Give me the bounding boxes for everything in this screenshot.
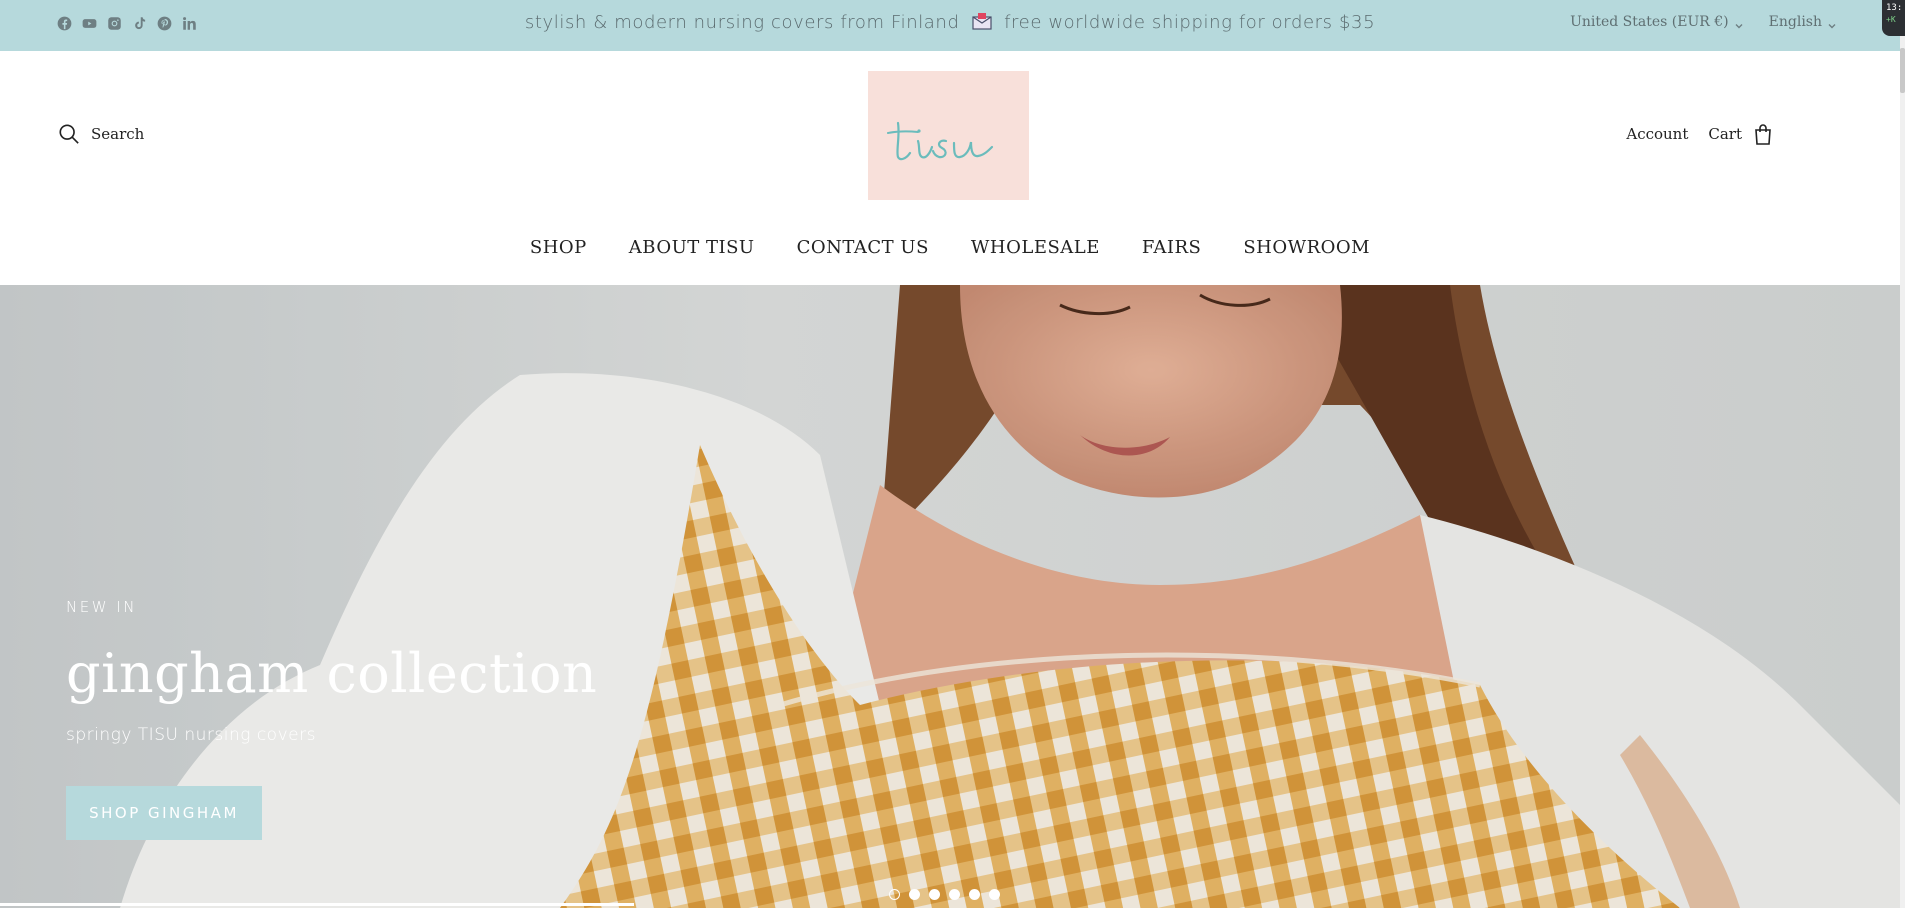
hero-eyebrow: NEW IN xyxy=(66,598,137,616)
slide-progress-bar xyxy=(0,903,634,906)
shopping-bag-icon xyxy=(1755,124,1771,145)
language-selector[interactable]: English xyxy=(1769,14,1836,30)
site-header: Search Account Cart SHOP ABOUT TISU CONT… xyxy=(0,51,1900,285)
nav-item-wholesale[interactable]: WHOLESALE xyxy=(950,237,1121,258)
site-logo[interactable] xyxy=(868,71,1029,200)
slide-dot[interactable] xyxy=(929,889,940,900)
announcement-text-after: free worldwide shipping for orders $35 xyxy=(1004,12,1376,33)
cart-label: Cart xyxy=(1708,125,1742,143)
envelope-icon xyxy=(972,12,992,30)
slide-dot[interactable] xyxy=(969,889,980,900)
page: stylish & modern nursing covers from Fin… xyxy=(0,0,1905,908)
chevron-down-icon xyxy=(1828,18,1836,29)
nav-item-contact[interactable]: CONTACT US xyxy=(776,237,950,258)
search-icon xyxy=(59,124,79,144)
nav-item-showroom[interactable]: SHOWROOM xyxy=(1222,237,1391,258)
slide-dot[interactable] xyxy=(949,889,960,900)
system-clock: 13: +K xyxy=(1882,0,1905,36)
chevron-down-icon xyxy=(1735,18,1743,29)
clock-time: 13: xyxy=(1886,3,1903,13)
tisu-logo-mark xyxy=(886,121,993,160)
announcement-text-before: stylish & modern nursing covers from Fin… xyxy=(524,12,960,33)
country-selector[interactable]: United States (EUR €) xyxy=(1570,14,1743,30)
hero-title: gingham collection xyxy=(66,642,598,705)
search-button[interactable]: Search xyxy=(58,123,144,145)
storefront: stylish & modern nursing covers from Fin… xyxy=(0,0,1900,908)
clock-sub: +K xyxy=(1886,15,1896,24)
slide-dot[interactable] xyxy=(889,889,900,900)
country-value: United States (EUR €) xyxy=(1570,14,1729,30)
page-scrollbar-track[interactable] xyxy=(1900,0,1905,908)
announcement-bar: stylish & modern nursing covers from Fin… xyxy=(0,0,1900,51)
locale-selectors: United States (EUR €) English xyxy=(1570,14,1836,30)
shop-gingham-button[interactable]: SHOP GINGHAM xyxy=(66,786,262,840)
main-navigation: SHOP ABOUT TISU CONTACT US WHOLESALE FAI… xyxy=(0,237,1900,258)
language-value: English xyxy=(1768,14,1822,30)
hero-slideshow: NEW IN gingham collection springy TISU n… xyxy=(0,285,1900,908)
page-scrollbar-thumb[interactable] xyxy=(1900,48,1905,93)
cart-link[interactable]: Cart xyxy=(1708,123,1772,145)
nav-item-shop[interactable]: SHOP xyxy=(509,237,608,258)
account-link[interactable]: Account xyxy=(1626,125,1688,143)
header-actions: Account Cart xyxy=(1626,123,1772,145)
hero-subtitle: springy TISU nursing covers xyxy=(66,725,316,745)
nav-item-about[interactable]: ABOUT TISU xyxy=(608,237,776,258)
search-label: Search xyxy=(91,125,145,143)
slide-dot[interactable] xyxy=(989,889,1000,900)
slide-dot[interactable] xyxy=(909,889,920,900)
hero-caption: NEW IN gingham collection springy TISU n… xyxy=(66,598,597,840)
slide-pagination xyxy=(889,889,1000,900)
nav-item-fairs[interactable]: FAIRS xyxy=(1121,237,1222,258)
